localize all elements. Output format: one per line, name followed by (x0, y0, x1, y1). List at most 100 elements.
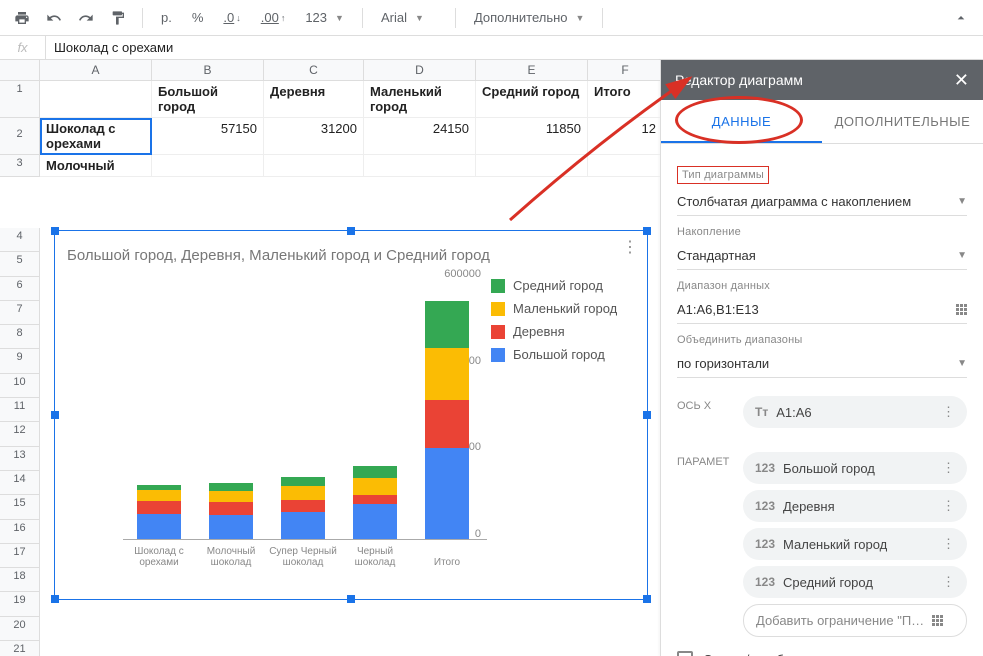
row-header[interactable]: 6 (0, 277, 40, 301)
row-header[interactable]: 14 (0, 471, 40, 495)
series-pill[interactable]: 123Деревня⋮ (743, 490, 967, 522)
col-header-B[interactable]: B (152, 60, 264, 81)
undo-icon[interactable] (40, 6, 68, 30)
more-vert-icon[interactable]: ⋮ (942, 536, 955, 552)
chevron-down-icon: ▼ (957, 250, 967, 261)
chart-title: Большой город, Деревня, Маленький город … (55, 231, 647, 268)
stacking-dropdown[interactable]: Стандартная▼ (677, 242, 967, 270)
chevron-down-icon: ▼ (335, 13, 344, 23)
chart-legend: Средний город Маленький город Деревня Больш… (487, 268, 635, 568)
xaxis-range-pill[interactable]: Tᴛ A1:A6 ⋮ (743, 396, 967, 428)
cell[interactable]: 57150 (152, 118, 264, 155)
print-icon[interactable] (8, 6, 36, 30)
more-vert-icon[interactable]: ⋮ (942, 404, 955, 420)
row-header[interactable]: 7 (0, 301, 40, 325)
col-header-C[interactable]: C (264, 60, 364, 81)
row-header-1[interactable]: 1 (0, 81, 40, 118)
number-type-icon: 123 (755, 537, 775, 551)
legend-item: Средний город (491, 278, 631, 293)
grid-range-icon[interactable] (956, 304, 967, 315)
text-type-icon: Tᴛ (755, 405, 768, 419)
redo-icon[interactable] (72, 6, 100, 30)
chart-object[interactable]: ⋮ Большой город, Деревня, Маленький горо… (54, 230, 648, 600)
row-header[interactable]: 19 (0, 592, 40, 616)
fx-label: fx (0, 36, 46, 59)
paint-format-icon[interactable] (104, 6, 132, 30)
close-icon[interactable]: ✕ (954, 70, 969, 91)
merge-ranges-label: Объединить диапазоны (677, 334, 967, 346)
row-header[interactable]: 13 (0, 447, 40, 471)
toolbar: р. % .0↓ .00↑ 123▼ Arial▼ Дополнительно▼ (0, 0, 983, 36)
formula-bar: fx Шоколад с орехами (0, 36, 983, 60)
rows-cols-label: Строки/столбцы (703, 652, 800, 656)
merge-ranges-dropdown[interactable]: по горизонтали▼ (677, 350, 967, 378)
col-header-D[interactable]: D (364, 60, 476, 81)
cell[interactable]: 24150 (364, 118, 476, 155)
chevron-down-icon: ▼ (957, 196, 967, 207)
legend-item: Большой город (491, 347, 631, 362)
rows-cols-checkbox[interactable] (677, 651, 693, 656)
number-format-dropdown[interactable]: 123▼ (297, 6, 352, 29)
cell-selected[interactable]: Шоколад с орехами (40, 118, 152, 155)
mouse-cursor: ➤ (495, 648, 516, 656)
series-pill[interactable]: 123Маленький город⋮ (743, 528, 967, 560)
row-header[interactable]: 20 (0, 617, 40, 641)
annotation-arrow (500, 60, 730, 230)
legend-item: Маленький город (491, 301, 631, 316)
decrease-decimal-button[interactable]: .0↓ (215, 6, 248, 29)
font-dropdown[interactable]: Arial▼ (373, 6, 445, 29)
tab-additional[interactable]: ДОПОЛНИТЕЛЬНЫЕ (822, 100, 983, 143)
row-header[interactable]: 9 (0, 349, 40, 373)
row-header[interactable]: 5 (0, 252, 40, 276)
row-header[interactable]: 8 (0, 325, 40, 349)
row-header[interactable]: 16 (0, 520, 40, 544)
corner-cell[interactable] (0, 60, 40, 81)
xaxis-section-label: ОСЬ X (677, 390, 731, 412)
cell[interactable]: Деревня (264, 81, 364, 118)
add-series-button[interactable]: Добавить ограничение "П… (743, 604, 967, 637)
row-header[interactable]: 10 (0, 374, 40, 398)
data-range-label: Диапазон данных (677, 280, 967, 292)
number-type-icon: 123 (755, 575, 775, 589)
row-header[interactable]: 15 (0, 495, 40, 519)
more-vert-icon[interactable]: ⋮ (942, 574, 955, 590)
row-header-3[interactable]: 3 (0, 155, 40, 177)
formula-bar-value[interactable]: Шоколад с орехами (46, 40, 181, 55)
grid-range-icon (932, 615, 943, 626)
col-header-A[interactable]: A (40, 60, 152, 81)
cell[interactable] (40, 81, 152, 118)
row-header[interactable]: 18 (0, 568, 40, 592)
more-formatting-dropdown[interactable]: Дополнительно▼ (466, 6, 593, 29)
row-header[interactable]: 11 (0, 398, 40, 422)
row-header[interactable]: 21 (0, 641, 40, 656)
chart-menu-icon[interactable]: ⋮ (622, 237, 637, 257)
percent-format-button[interactable]: % (184, 6, 212, 29)
series-pill[interactable]: 123Средний город⋮ (743, 566, 967, 598)
row-header[interactable]: 4 (0, 228, 40, 252)
number-type-icon: 123 (755, 499, 775, 513)
chevron-down-icon: ▼ (957, 358, 967, 369)
more-vert-icon[interactable]: ⋮ (942, 460, 955, 476)
cell[interactable]: Молочный (40, 155, 152, 177)
cell[interactable] (364, 155, 476, 177)
chevron-down-icon: ▼ (415, 13, 424, 23)
data-range-input[interactable]: A1:A6,B1:E13 (677, 296, 967, 324)
chevron-down-icon: ▼ (576, 13, 585, 23)
cell[interactable] (152, 155, 264, 177)
cell[interactable]: 31200 (264, 118, 364, 155)
row-header[interactable]: 17 (0, 544, 40, 568)
row-header[interactable]: 12 (0, 422, 40, 446)
cell[interactable] (264, 155, 364, 177)
cell[interactable]: Маленький город (364, 81, 476, 118)
chart-plot-area: 0200000400000600000Шоколад с орехамиМоло… (67, 268, 487, 568)
currency-format-button[interactable]: р. (153, 6, 180, 29)
increase-decimal-button[interactable]: .00↑ (253, 6, 294, 29)
series-pill[interactable]: 123Большой город⋮ (743, 452, 967, 484)
more-vert-icon[interactable]: ⋮ (942, 498, 955, 514)
series-section-label: ПАРАМЕТ (677, 446, 731, 468)
legend-item: Деревня (491, 324, 631, 339)
number-type-icon: 123 (755, 461, 775, 475)
cell[interactable]: Большой город (152, 81, 264, 118)
collapse-toolbar-button[interactable] (947, 6, 975, 30)
row-header-2[interactable]: 2 (0, 118, 40, 155)
